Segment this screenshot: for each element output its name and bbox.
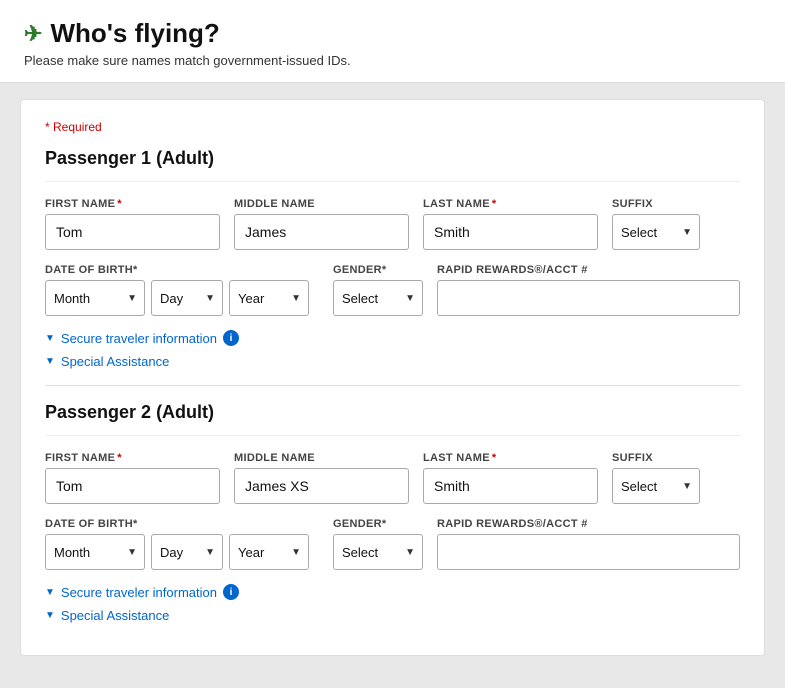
passenger2-suffix-select[interactable]: Select Jr. Sr. II III bbox=[612, 468, 700, 504]
passenger1-day-select[interactable]: Day 12345 bbox=[151, 280, 223, 316]
passenger2-secure-traveler-info-icon[interactable]: i bbox=[223, 584, 239, 600]
passenger2-month-wrapper: Month JanuaryFebruaryMarch AprilMayJune … bbox=[45, 534, 145, 570]
main-content: * Required Passenger 1 (Adult) FIRST NAM… bbox=[0, 83, 785, 688]
passenger2-middle-name-group: MIDDLE NAME bbox=[234, 452, 409, 504]
passenger-divider bbox=[45, 385, 740, 386]
page-header: ✈ Who's flying? Please make sure names m… bbox=[0, 0, 785, 83]
passenger2-last-name-group: LAST NAME* bbox=[423, 452, 598, 504]
page-subtitle: Please make sure names match government-… bbox=[24, 53, 761, 68]
passenger2-day-wrapper: Day 12345 ▼ bbox=[151, 534, 223, 570]
passenger2-name-row: FIRST NAME* MIDDLE NAME LAST NAME* SUFFI… bbox=[45, 452, 740, 504]
passenger1-suffix-select[interactable]: Select Jr. Sr. II III bbox=[612, 214, 700, 250]
passenger2-dob-selects: Month JanuaryFebruaryMarch AprilMayJune … bbox=[45, 534, 309, 570]
passenger2-year-select[interactable]: Year 2024200019901980 bbox=[229, 534, 309, 570]
passenger2-day-select[interactable]: Day 12345 bbox=[151, 534, 223, 570]
passenger1-month-select[interactable]: Month JanuaryFebruaryMarch AprilMayJune … bbox=[45, 280, 145, 316]
passenger2-year-wrapper: Year 2024200019901980 ▼ bbox=[229, 534, 309, 570]
passenger1-title: Passenger 1 (Adult) bbox=[45, 148, 740, 182]
passenger2-last-name-label: LAST NAME* bbox=[423, 452, 598, 464]
passenger1-secure-traveler-link[interactable]: ▼ Secure traveler information i bbox=[45, 330, 740, 346]
passenger2-gender-label: GENDER* bbox=[333, 518, 423, 530]
passenger1-secure-traveler-info-icon[interactable]: i bbox=[223, 330, 239, 346]
passenger1-first-name-label: FIRST NAME* bbox=[45, 198, 220, 210]
passenger1-last-name-label: LAST NAME* bbox=[423, 198, 598, 210]
passenger1-rapid-group: RAPID REWARDS®/ACCT # bbox=[437, 264, 740, 316]
passenger1-name-row: FIRST NAME* MIDDLE NAME LAST NAME* SUFFI… bbox=[45, 198, 740, 250]
passenger2-first-name-label: FIRST NAME* bbox=[45, 452, 220, 464]
passenger2-dob-group: DATE OF BIRTH* Month JanuaryFebruaryMarc… bbox=[45, 518, 309, 570]
passenger2-suffix-select-wrapper: Select Jr. Sr. II III ▼ bbox=[612, 468, 700, 504]
passenger2-secure-traveler-link[interactable]: ▼ Secure traveler information i bbox=[45, 584, 740, 600]
passenger1-suffix-label: SUFFIX bbox=[612, 198, 700, 210]
passenger2-dob-row: DATE OF BIRTH* Month JanuaryFebruaryMarc… bbox=[45, 518, 740, 570]
passenger1-special-assistance-label: Special Assistance bbox=[61, 354, 169, 369]
passenger2-gender-group: GENDER* Select Male Female ▼ bbox=[333, 518, 423, 570]
passenger1-first-name-group: FIRST NAME* bbox=[45, 198, 220, 250]
required-note: * Required bbox=[45, 120, 740, 134]
passenger1-month-wrapper: Month JanuaryFebruaryMarch AprilMayJune … bbox=[45, 280, 145, 316]
passenger1-middle-name-input[interactable] bbox=[234, 214, 409, 250]
page-title: ✈ Who's flying? bbox=[24, 18, 761, 49]
passenger1-suffix-group: SUFFIX Select Jr. Sr. II III ▼ bbox=[612, 198, 700, 250]
passenger1-rapid-label: RAPID REWARDS®/ACCT # bbox=[437, 264, 740, 276]
passenger2-dob-label: DATE OF BIRTH* bbox=[45, 518, 309, 530]
passenger1-year-wrapper: Year 2024200019901980 ▼ bbox=[229, 280, 309, 316]
passenger1-dob-group: DATE OF BIRTH* Month JanuaryFebruaryMarc… bbox=[45, 264, 309, 316]
passenger1-rapid-input[interactable] bbox=[437, 280, 740, 316]
passenger1-middle-name-group: MIDDLE NAME bbox=[234, 198, 409, 250]
passenger2-first-name-group: FIRST NAME* bbox=[45, 452, 220, 504]
passenger1-secure-traveler-label: Secure traveler information bbox=[61, 331, 217, 346]
passenger2-secure-traveler-label: Secure traveler information bbox=[61, 585, 217, 600]
page-title-text: Who's flying? bbox=[50, 18, 219, 49]
passenger1-gender-wrapper: Select Male Female ▼ bbox=[333, 280, 423, 316]
passenger1-suffix-select-wrapper: Select Jr. Sr. II III ▼ bbox=[612, 214, 700, 250]
passenger2-title: Passenger 2 (Adult) bbox=[45, 402, 740, 436]
passenger2-special-assistance-chevron-icon: ▼ bbox=[45, 610, 55, 621]
passenger2-last-name-input[interactable] bbox=[423, 468, 598, 504]
passenger1-special-assistance-link[interactable]: ▼ Special Assistance bbox=[45, 354, 740, 369]
plane-icon: ✈ bbox=[24, 21, 42, 47]
passenger1-dob-label: DATE OF BIRTH* bbox=[45, 264, 309, 276]
passenger2-special-assistance-label: Special Assistance bbox=[61, 608, 169, 623]
passenger1-year-select[interactable]: Year 2024200019901980 bbox=[229, 280, 309, 316]
passenger2-secure-traveler-chevron-icon: ▼ bbox=[45, 587, 55, 598]
passenger1-last-name-input[interactable] bbox=[423, 214, 598, 250]
passenger1-dob-row: DATE OF BIRTH* Month JanuaryFebruaryMarc… bbox=[45, 264, 740, 316]
passenger1-middle-name-label: MIDDLE NAME bbox=[234, 198, 409, 210]
passenger2-rapid-input[interactable] bbox=[437, 534, 740, 570]
passenger2-month-select[interactable]: Month JanuaryFebruaryMarch AprilMayJune … bbox=[45, 534, 145, 570]
passenger1-dob-selects: Month JanuaryFebruaryMarch AprilMayJune … bbox=[45, 280, 309, 316]
passenger1-special-assistance-chevron-icon: ▼ bbox=[45, 356, 55, 367]
passenger2-gender-wrapper: Select Male Female ▼ bbox=[333, 534, 423, 570]
passenger2-suffix-group: SUFFIX Select Jr. Sr. II III ▼ bbox=[612, 452, 700, 504]
passengers-card: * Required Passenger 1 (Adult) FIRST NAM… bbox=[20, 99, 765, 656]
passenger1-gender-group: GENDER* Select Male Female ▼ bbox=[333, 264, 423, 316]
passenger1-secure-traveler-chevron-icon: ▼ bbox=[45, 333, 55, 344]
passenger2-special-assistance-link[interactable]: ▼ Special Assistance bbox=[45, 608, 740, 623]
passenger2-suffix-label: SUFFIX bbox=[612, 452, 700, 464]
passenger2-middle-name-label: MIDDLE NAME bbox=[234, 452, 409, 464]
passenger1-gender-label: GENDER* bbox=[333, 264, 423, 276]
passenger2-first-name-input[interactable] bbox=[45, 468, 220, 504]
passenger2-rapid-label: RAPID REWARDS®/ACCT # bbox=[437, 518, 740, 530]
passenger1-day-wrapper: Day 12345 ▼ bbox=[151, 280, 223, 316]
passenger2-gender-select[interactable]: Select Male Female bbox=[333, 534, 423, 570]
passenger2-middle-name-input[interactable] bbox=[234, 468, 409, 504]
passenger1-last-name-group: LAST NAME* bbox=[423, 198, 598, 250]
passenger1-gender-select[interactable]: Select Male Female bbox=[333, 280, 423, 316]
passenger1-first-name-input[interactable] bbox=[45, 214, 220, 250]
passenger2-rapid-group: RAPID REWARDS®/ACCT # bbox=[437, 518, 740, 570]
